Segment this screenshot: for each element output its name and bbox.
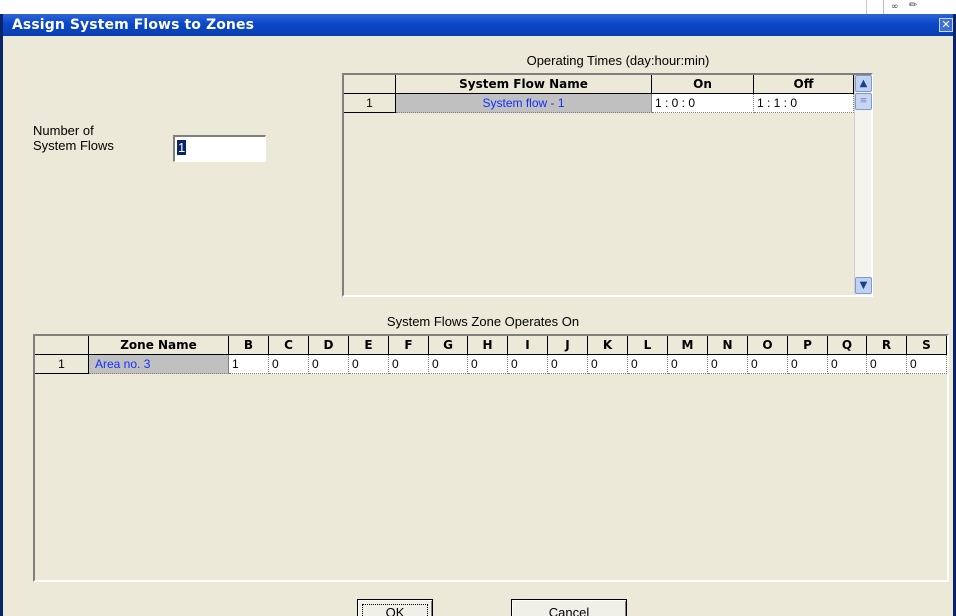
column-header-s[interactable]: S [907,336,947,355]
zone-flows-grid[interactable]: Zone Name B C D E F G H I J K L M N O P Q R S 1 Area no. 3… [33,334,949,582]
on-time-cell[interactable]: 1 : 0 : 0 [652,94,754,113]
column-header-j[interactable]: J [548,336,588,355]
close-icon[interactable]: ✕ [939,18,953,32]
column-header-name[interactable]: System Flow Name [396,75,652,94]
zone-value-cell-d[interactable]: 0 [309,355,349,374]
zone-value-cell-l[interactable]: 0 [628,355,668,374]
ok-button[interactable]: OK [357,599,433,616]
zone-value-cell-f[interactable]: 0 [389,355,429,374]
column-header-zone-name[interactable]: Zone Name [89,336,229,355]
desktop-background: ∞ ✏ [0,0,956,14]
off-time-cell[interactable]: 1 : 1 : 0 [754,94,854,113]
assign-flows-dialog: Assign System Flows to Zones ✕ Number of… [0,14,956,616]
column-header-m[interactable]: M [668,336,708,355]
number-of-flows-input[interactable]: 1 [173,135,266,162]
column-header-l[interactable]: L [628,336,668,355]
zone-value-cell-i[interactable]: 0 [508,355,548,374]
grid-corner [344,75,396,94]
column-header-n[interactable]: N [708,336,748,355]
zone-value-cell-h[interactable]: 0 [468,355,508,374]
link-icon: ∞ [891,2,899,12]
zone-value-cell-b[interactable]: 1 [229,355,269,374]
column-header-q[interactable]: Q [828,336,867,355]
column-header-h[interactable]: H [468,336,508,355]
column-header-c[interactable]: C [269,336,309,355]
row-header[interactable]: 1 [35,355,89,374]
number-of-flows-label: Number of System Flows [33,123,114,153]
column-header-p[interactable]: P [788,336,828,355]
zone-value-cell-p[interactable]: 0 [788,355,828,374]
background-toolbar-fragment: ∞ ✏ [866,0,946,14]
column-header-r[interactable]: R [867,336,907,355]
grid-corner [35,336,89,355]
column-header-i[interactable]: I [508,336,548,355]
zone-value-cell-n[interactable]: 0 [708,355,748,374]
column-header-d[interactable]: D [309,336,349,355]
column-header-on[interactable]: On [652,75,754,94]
column-header-o[interactable]: O [748,336,788,355]
focus-rectangle [362,604,428,616]
zone-value-cell-r[interactable]: 0 [867,355,907,374]
zone-value-cell-q[interactable]: 0 [828,355,867,374]
cancel-button-label: Cancel [548,605,590,616]
column-header-g[interactable]: G [429,336,468,355]
zone-value-cell-o[interactable]: 0 [748,355,788,374]
toolbar-separator [883,0,884,14]
zone-value-cell-m[interactable]: 0 [668,355,708,374]
zones-caption: System Flows Zone Operates On [386,314,580,329]
zone-value-cell-k[interactable]: 0 [588,355,628,374]
scroll-thumb-grip-icon[interactable]: ≡ [855,93,872,110]
zone-value-cell-c[interactable]: 0 [269,355,309,374]
zone-value-cell-g[interactable]: 0 [429,355,468,374]
title-bar[interactable]: Assign System Flows to Zones ✕ [3,14,953,36]
number-of-flows-value: 1 [177,140,187,155]
tool-icon: ✏ [909,0,918,11]
zone-value-cell-e[interactable]: 0 [349,355,389,374]
column-header-f[interactable]: F [389,336,429,355]
scroll-up-arrow-icon[interactable]: ▲ [855,75,872,92]
window-title: Assign System Flows to Zones [12,17,255,33]
zone-name-cell[interactable]: Area no. 3 [89,355,229,374]
system-flow-name-cell[interactable]: System flow - 1 [396,94,652,113]
column-header-b[interactable]: B [229,336,269,355]
scroll-down-arrow-icon[interactable]: ▼ [855,277,872,294]
row-header[interactable]: 1 [344,94,396,113]
vertical-scrollbar[interactable]: ▲ ≡ ▼ [854,75,872,295]
column-header-k[interactable]: K [588,336,628,355]
column-header-e[interactable]: E [349,336,389,355]
zone-value-cell-j[interactable]: 0 [548,355,588,374]
column-header-off[interactable]: Off [754,75,854,94]
cancel-button[interactable]: Cancel [511,599,627,616]
operating-times-caption: Operating Times (day:hour:min) [526,53,710,68]
operating-times-grid[interactable]: System Flow Name On Off 1 System flow - … [342,73,873,297]
zone-value-cell-s[interactable]: 0 [907,355,947,374]
